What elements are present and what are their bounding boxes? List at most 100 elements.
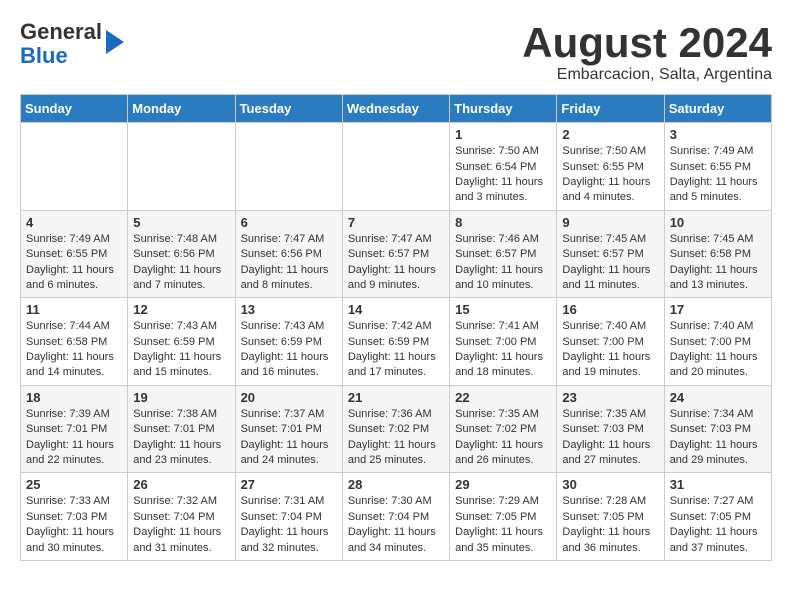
day-content: Sunrise: 7:35 AM Sunset: 7:03 PM Dayligh… (562, 407, 658, 469)
day-number: 11 (26, 302, 122, 317)
calendar-cell: 4 Sunrise: 7:49 AM Sunset: 6:55 PM Daylig… (21, 210, 128, 298)
day-content: Sunrise: 7:36 AM Sunset: 7:02 PM Dayligh… (348, 407, 444, 469)
calendar-cell: 19 Sunrise: 7:38 AM Sunset: 7:01 PM Dayli… (128, 385, 235, 473)
col-header-wednesday: Wednesday (342, 95, 449, 123)
day-content: Sunrise: 7:40 AM Sunset: 7:00 PM Dayligh… (562, 319, 658, 381)
calendar-cell: 9Sunrise: 7:45 AM Sunset: 6:57 PM Daylig… (557, 210, 664, 298)
logo-general-text: General (20, 19, 102, 44)
day-content: Sunrise: 7:28 AM Sunset: 7:05 PM Dayligh… (562, 494, 658, 556)
calendar-cell: 16 Sunrise: 7:40 AM Sunset: 7:00 PM Dayli… (557, 298, 664, 386)
day-number: 2 (562, 127, 658, 142)
calendar-cell: 11 Sunrise: 7:44 AM Sunset: 6:58 PM Dayli… (21, 298, 128, 386)
calendar-cell: 25 Sunrise: 7:33 AM Sunset: 7:03 PM Dayli… (21, 473, 128, 561)
calendar-cell: 7 Sunrise: 7:47 AM Sunset: 6:57 PM Daylig… (342, 210, 449, 298)
day-content: Sunrise: 7:35 AM Sunset: 7:02 PM Dayligh… (455, 407, 551, 469)
calendar-cell: 2Sunrise: 7:50 AM Sunset: 6:55 PM Daylig… (557, 123, 664, 211)
day-number: 16 (562, 302, 658, 317)
day-number: 12 (133, 302, 229, 317)
calendar-cell: 29Sunrise: 7:29 AM Sunset: 7:05 PM Dayli… (450, 473, 557, 561)
calendar-week-row: 25 Sunrise: 7:33 AM Sunset: 7:03 PM Dayli… (21, 473, 772, 561)
day-content: Sunrise: 7:37 AM Sunset: 7:01 PM Dayligh… (241, 407, 337, 469)
calendar-cell (128, 123, 235, 211)
month-title: August 2024 (522, 20, 772, 66)
day-content: Sunrise: 7:50 AM Sunset: 6:54 PM Dayligh… (455, 144, 551, 206)
day-number: 3 (670, 127, 766, 142)
calendar-cell: 14Sunrise: 7:42 AM Sunset: 6:59 PM Dayli… (342, 298, 449, 386)
calendar-week-row: 4 Sunrise: 7:49 AM Sunset: 6:55 PM Daylig… (21, 210, 772, 298)
day-content: Sunrise: 7:47 AM Sunset: 6:56 PM Dayligh… (241, 232, 337, 294)
calendar-cell: 6 Sunrise: 7:47 AM Sunset: 6:56 PM Daylig… (235, 210, 342, 298)
calendar-cell: 26 Sunrise: 7:32 AM Sunset: 7:04 PM Dayli… (128, 473, 235, 561)
day-content: Sunrise: 7:46 AM Sunset: 6:57 PM Dayligh… (455, 232, 551, 294)
calendar-cell (235, 123, 342, 211)
calendar-cell: 22 Sunrise: 7:35 AM Sunset: 7:02 PM Dayli… (450, 385, 557, 473)
calendar-cell: 15 Sunrise: 7:41 AM Sunset: 7:00 PM Dayli… (450, 298, 557, 386)
day-number: 7 (348, 215, 444, 230)
logo-arrow-icon (106, 30, 124, 54)
calendar-cell: 12 Sunrise: 7:43 AM Sunset: 6:59 PM Dayli… (128, 298, 235, 386)
day-content: Sunrise: 7:32 AM Sunset: 7:04 PM Dayligh… (133, 494, 229, 556)
day-number: 25 (26, 477, 122, 492)
calendar-cell: 23Sunrise: 7:35 AM Sunset: 7:03 PM Dayli… (557, 385, 664, 473)
day-number: 28 (348, 477, 444, 492)
calendar-cell: 31Sunrise: 7:27 AM Sunset: 7:05 PM Dayli… (664, 473, 771, 561)
day-number: 4 (26, 215, 122, 230)
day-number: 26 (133, 477, 229, 492)
day-number: 20 (241, 390, 337, 405)
day-number: 10 (670, 215, 766, 230)
page-header: General Blue August 2024 Embarcacion, Sa… (20, 20, 772, 84)
day-number: 30 (562, 477, 658, 492)
calendar-cell: 27Sunrise: 7:31 AM Sunset: 7:04 PM Dayli… (235, 473, 342, 561)
logo: General Blue (20, 20, 124, 68)
calendar-cell: 10 Sunrise: 7:45 AM Sunset: 6:58 PM Dayli… (664, 210, 771, 298)
day-content: Sunrise: 7:33 AM Sunset: 7:03 PM Dayligh… (26, 494, 122, 556)
day-number: 8 (455, 215, 551, 230)
calendar-cell: 28 Sunrise: 7:30 AM Sunset: 7:04 PM Dayli… (342, 473, 449, 561)
calendar-cell: 1Sunrise: 7:50 AM Sunset: 6:54 PM Daylig… (450, 123, 557, 211)
day-content: Sunrise: 7:45 AM Sunset: 6:58 PM Dayligh… (670, 232, 766, 294)
calendar-cell: 18Sunrise: 7:39 AM Sunset: 7:01 PM Dayli… (21, 385, 128, 473)
day-content: Sunrise: 7:41 AM Sunset: 7:00 PM Dayligh… (455, 319, 551, 381)
day-number: 5 (133, 215, 229, 230)
day-content: Sunrise: 7:44 AM Sunset: 6:58 PM Dayligh… (26, 319, 122, 381)
col-header-monday: Monday (128, 95, 235, 123)
col-header-friday: Friday (557, 95, 664, 123)
calendar-cell (342, 123, 449, 211)
calendar-cell: 8 Sunrise: 7:46 AM Sunset: 6:57 PM Daylig… (450, 210, 557, 298)
day-number: 21 (348, 390, 444, 405)
calendar-table: SundayMondayTuesdayWednesdayThursdayFrid… (20, 94, 772, 561)
day-number: 15 (455, 302, 551, 317)
day-content: Sunrise: 7:38 AM Sunset: 7:01 PM Dayligh… (133, 407, 229, 469)
day-content: Sunrise: 7:48 AM Sunset: 6:56 PM Dayligh… (133, 232, 229, 294)
logo-blue-text: Blue (20, 43, 68, 68)
calendar-cell: 13Sunrise: 7:43 AM Sunset: 6:59 PM Dayli… (235, 298, 342, 386)
day-content: Sunrise: 7:47 AM Sunset: 6:57 PM Dayligh… (348, 232, 444, 294)
day-content: Sunrise: 7:30 AM Sunset: 7:04 PM Dayligh… (348, 494, 444, 556)
col-header-saturday: Saturday (664, 95, 771, 123)
day-number: 19 (133, 390, 229, 405)
calendar-cell: 30 Sunrise: 7:28 AM Sunset: 7:05 PM Dayli… (557, 473, 664, 561)
day-number: 13 (241, 302, 337, 317)
day-number: 18 (26, 390, 122, 405)
col-header-thursday: Thursday (450, 95, 557, 123)
day-content: Sunrise: 7:42 AM Sunset: 6:59 PM Dayligh… (348, 319, 444, 381)
calendar-cell: 17Sunrise: 7:40 AM Sunset: 7:00 PM Dayli… (664, 298, 771, 386)
day-content: Sunrise: 7:49 AM Sunset: 6:55 PM Dayligh… (26, 232, 122, 294)
calendar-cell: 3 Sunrise: 7:49 AM Sunset: 6:55 PM Daylig… (664, 123, 771, 211)
calendar-header-row: SundayMondayTuesdayWednesdayThursdayFrid… (21, 95, 772, 123)
day-number: 22 (455, 390, 551, 405)
day-content: Sunrise: 7:31 AM Sunset: 7:04 PM Dayligh… (241, 494, 337, 556)
day-content: Sunrise: 7:43 AM Sunset: 6:59 PM Dayligh… (133, 319, 229, 381)
calendar-cell: 5 Sunrise: 7:48 AM Sunset: 6:56 PM Daylig… (128, 210, 235, 298)
day-content: Sunrise: 7:49 AM Sunset: 6:55 PM Dayligh… (670, 144, 766, 206)
calendar-cell: 24Sunrise: 7:34 AM Sunset: 7:03 PM Dayli… (664, 385, 771, 473)
calendar-cell (21, 123, 128, 211)
title-block: August 2024 Embarcacion, Salta, Argentin… (522, 20, 772, 84)
day-content: Sunrise: 7:29 AM Sunset: 7:05 PM Dayligh… (455, 494, 551, 556)
day-number: 6 (241, 215, 337, 230)
calendar-week-row: 18Sunrise: 7:39 AM Sunset: 7:01 PM Dayli… (21, 385, 772, 473)
col-header-sunday: Sunday (21, 95, 128, 123)
calendar-week-row: 1Sunrise: 7:50 AM Sunset: 6:54 PM Daylig… (21, 123, 772, 211)
day-content: Sunrise: 7:34 AM Sunset: 7:03 PM Dayligh… (670, 407, 766, 469)
calendar-cell: 21 Sunrise: 7:36 AM Sunset: 7:02 PM Dayli… (342, 385, 449, 473)
